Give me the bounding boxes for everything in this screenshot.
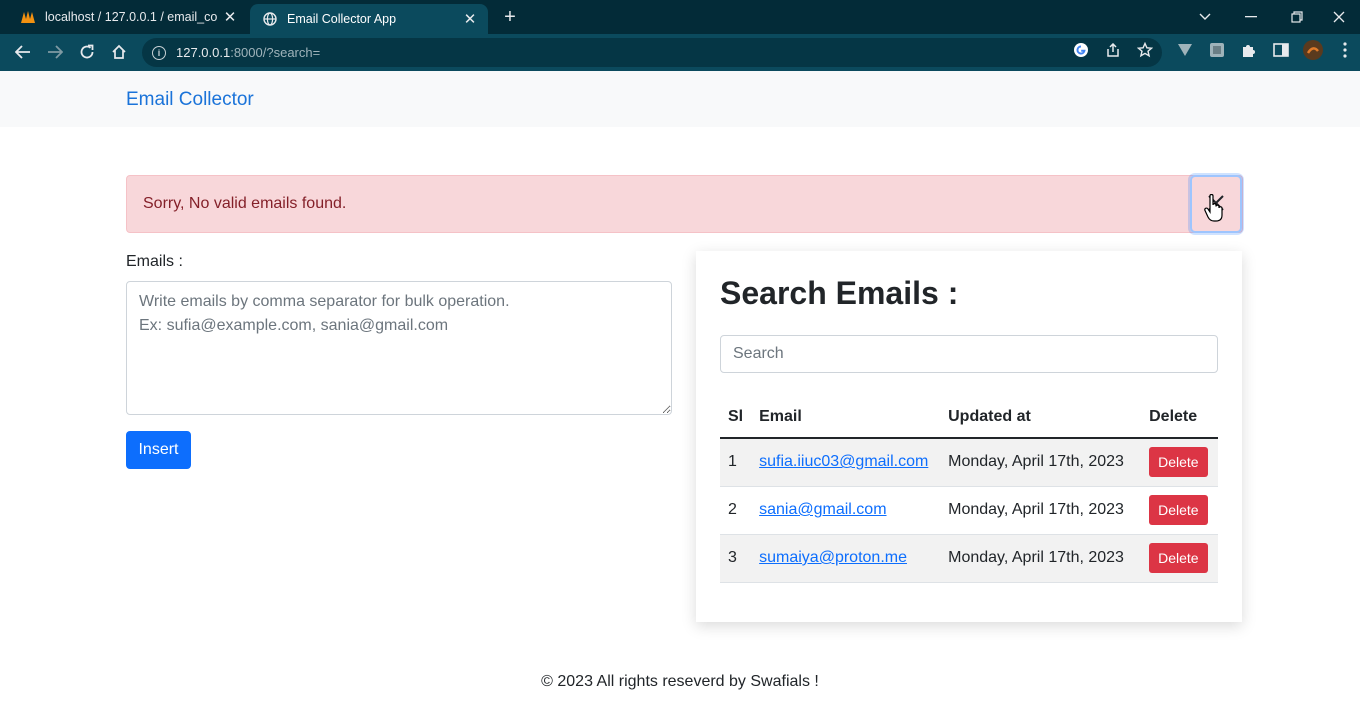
email-link[interactable]: sufia.iiuc03@gmail.com [759, 453, 928, 470]
search-card: Search Emails : Sl Email Updated at Dele… [696, 251, 1242, 622]
minimize-icon[interactable] [1228, 0, 1274, 34]
alert-message: Sorry, No valid emails found. [143, 195, 347, 212]
table-row: 2 sania@gmail.com Monday, April 17th, 20… [720, 486, 1218, 535]
browser-tab-bar: localhost / 127.0.0.1 / email_colle ✕ Em… [0, 0, 1360, 34]
extension-image-icon[interactable] [1205, 38, 1229, 62]
search-input[interactable] [720, 335, 1218, 373]
row-sl: 1 [720, 438, 752, 487]
globe-icon [262, 11, 278, 27]
phpmyadmin-icon [20, 9, 36, 25]
google-icon[interactable] [1069, 38, 1093, 62]
email-link[interactable]: sumaiya@proton.me [759, 549, 907, 566]
tab-title: localhost / 127.0.0.1 / email_colle [45, 10, 218, 24]
close-icon[interactable]: ✕ [458, 10, 482, 28]
address-bar[interactable]: i 127.0.0.1:8000/?search= [142, 38, 1162, 67]
emails-textarea[interactable] [126, 281, 672, 415]
menu-kebab-icon[interactable] [1333, 38, 1357, 62]
bookmark-star-icon[interactable] [1133, 38, 1157, 62]
profile-avatar-icon[interactable] [1301, 38, 1325, 62]
close-icon[interactable]: ✕ [218, 8, 242, 26]
url-path: :8000/?search= [230, 45, 321, 60]
delete-button[interactable]: Delete [1149, 447, 1208, 478]
row-sl: 3 [720, 534, 752, 583]
emails-label: Emails : [126, 253, 183, 270]
info-icon[interactable]: i [152, 45, 166, 60]
column-header-sl: Sl [720, 397, 752, 439]
delete-button[interactable]: Delete [1149, 543, 1208, 573]
side-panel-icon[interactable] [1269, 38, 1293, 62]
email-link[interactable]: sania@gmail.com [759, 501, 886, 518]
home-icon[interactable] [107, 40, 131, 64]
row-updated: Monday, April 17th, 2023 [940, 438, 1142, 487]
insert-button[interactable]: Insert [126, 431, 191, 469]
email-table: Sl Email Updated at Delete 1 sufia.iiuc0… [720, 397, 1218, 583]
tab-search-icon[interactable] [1182, 0, 1228, 34]
window-close-icon[interactable] [1316, 0, 1360, 34]
new-tab-icon[interactable]: + [498, 5, 522, 29]
row-updated: Monday, April 17th, 2023 [940, 534, 1142, 583]
url-host: 127.0.0.1 [176, 45, 231, 60]
tab-email-collector[interactable]: Email Collector App ✕ [250, 4, 488, 34]
share-icon[interactable] [1101, 38, 1125, 62]
delete-button[interactable]: Delete [1149, 495, 1208, 525]
column-header-email: Email [751, 397, 941, 439]
navbar: Email Collector [0, 71, 1360, 127]
row-updated: Monday, April 17th, 2023 [940, 486, 1142, 535]
tab-phpmyadmin[interactable]: localhost / 127.0.0.1 / email_colle ✕ [8, 0, 248, 34]
column-header-delete: Delete [1141, 397, 1218, 439]
table-row: 1 sufia.iiuc03@gmail.com Monday, April 1… [720, 438, 1218, 487]
table-row: 3 sumaiya@proton.me Monday, April 17th, … [720, 534, 1218, 583]
footer-text: © 2023 All rights reseverd by Swafials ! [541, 673, 819, 690]
reload-icon[interactable] [75, 40, 99, 64]
error-alert: Sorry, No valid emails found. [126, 175, 1243, 233]
extension-v-icon[interactable] [1173, 38, 1197, 62]
extensions-puzzle-icon[interactable] [1237, 38, 1261, 62]
table-header-row: Sl Email Updated at Delete [720, 397, 1218, 439]
row-sl: 2 [720, 486, 752, 535]
hand-cursor-icon [1204, 193, 1224, 224]
back-icon[interactable] [11, 40, 35, 64]
column-header-updated: Updated at [940, 397, 1142, 439]
url-text: 127.0.0.1:8000/?search= [176, 45, 320, 60]
restore-icon[interactable] [1274, 0, 1320, 34]
forward-icon[interactable] [43, 40, 67, 64]
brand-link[interactable]: Email Collector [126, 89, 254, 111]
browser-toolbar: i 127.0.0.1:8000/?search= [0, 34, 1360, 71]
tab-title: Email Collector App [287, 12, 397, 26]
search-title: Search Emails : [720, 275, 959, 311]
